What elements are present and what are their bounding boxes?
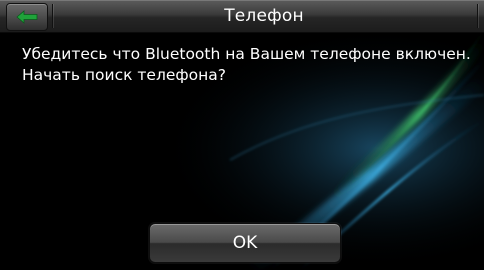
message-line-2: Начать поиск телефона?	[22, 66, 227, 84]
ok-button[interactable]: OK	[149, 223, 341, 263]
phone-screen: Телефон Убедитесь что Bluetooth на Вашем…	[0, 0, 484, 270]
back-button[interactable]	[6, 3, 48, 31]
title-divider-right	[477, 4, 478, 28]
back-arrow-icon	[16, 10, 38, 24]
page-title: Телефон	[224, 6, 304, 26]
title-bar: Телефон	[0, 0, 484, 33]
dialog-message: Убедитесь что Bluetooth на Вашем телефон…	[22, 44, 480, 86]
message-line-1: Убедитесь что Bluetooth на Вашем телефон…	[22, 45, 471, 63]
